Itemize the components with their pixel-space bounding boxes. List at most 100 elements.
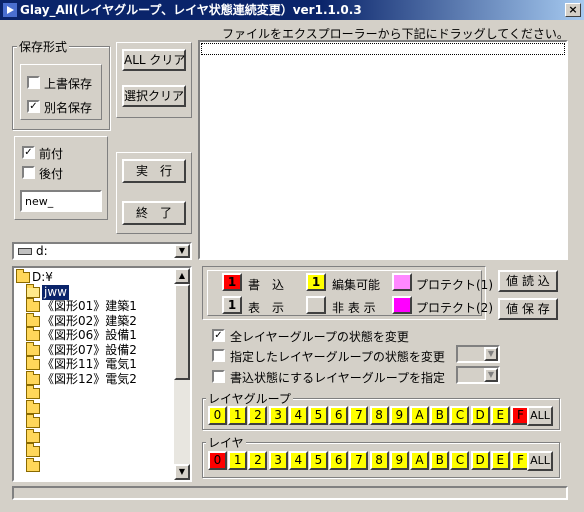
layer-5-button[interactable]: 5 [309, 451, 328, 470]
scroll-thumb[interactable] [174, 284, 190, 380]
exit-button[interactable]: 終 了 [122, 201, 186, 225]
change-specified-groups-label: 指定したレイヤーグループの状態を変更 [230, 350, 445, 364]
layer-group-d-button[interactable]: D [470, 406, 490, 425]
folder-icon [26, 457, 40, 472]
layer-group-3-button[interactable]: 3 [268, 406, 288, 425]
folder-tree[interactable]: D:¥ jww 《図形01》建築1 《図形02》建築2 《図形06》設備1 《図形07》設… [12, 266, 192, 482]
list-focus-row [201, 43, 565, 55]
run-button[interactable]: 実 行 [122, 159, 186, 183]
layer-a-button[interactable]: A [410, 451, 429, 470]
tree-item[interactable]: 《図形12》電気2 [26, 370, 137, 387]
folder-icon [26, 370, 40, 385]
drive-icon [18, 248, 32, 255]
filename-affix-input[interactable] [20, 190, 102, 212]
layer-group-e-button[interactable]: E [490, 406, 510, 425]
tree-item-label: 《図形02》建築2 [42, 313, 137, 328]
status-bar [12, 486, 568, 500]
app-icon [3, 3, 17, 17]
hidden-state-swatch [306, 296, 326, 314]
layer-e-button[interactable]: E [490, 451, 510, 470]
suffix-checkbox[interactable] [22, 166, 35, 179]
read-values-button[interactable]: 値 読 込 [498, 270, 558, 292]
chevron-down-icon[interactable]: ▼ [484, 368, 498, 382]
select-clear-button[interactable]: 選択クリア [122, 85, 186, 107]
folder-icon [26, 341, 40, 356]
tree-scrollbar[interactable]: ▲ ▼ [174, 268, 190, 480]
title-bar[interactable]: Glay_All(レイヤグループ、レイヤ状態連続変更）ver1.1.0.3 × [0, 0, 584, 20]
display-state-label: 表 示 [248, 301, 285, 315]
layer-9-button[interactable]: 9 [389, 451, 409, 470]
all-clear-button[interactable]: ALL クリア [122, 49, 186, 71]
write-group-checkbox[interactable] [212, 370, 225, 383]
tree-item-label: jww [42, 284, 69, 300]
tree-item-label: 《図形12》電気2 [42, 371, 137, 386]
layer-group-1-button[interactable]: 1 [228, 406, 248, 425]
layer-group-9-button[interactable]: 9 [389, 406, 409, 425]
hidden-state-label: 非 表 示 [332, 301, 376, 315]
layer-1-button[interactable]: 1 [228, 451, 248, 470]
tree-item[interactable]: 《図形01》建築1 [26, 298, 137, 314]
window-title: Glay_All(レイヤグループ、レイヤ状態連続変更）ver1.1.0.3 [20, 3, 362, 17]
tree-item[interactable]: 《図形07》設備2 [26, 341, 137, 358]
layer-3-button[interactable]: 3 [268, 451, 288, 470]
save-values-button[interactable]: 値 保 存 [498, 298, 558, 320]
layer-8-button[interactable]: 8 [369, 451, 389, 470]
layer-group-all-button[interactable]: ALL [527, 406, 553, 426]
write-group-select[interactable]: ▼ [456, 366, 500, 384]
layer-group-5-button[interactable]: 5 [309, 406, 328, 425]
scroll-up-icon[interactable]: ▲ [174, 268, 190, 284]
tree-item-label: 《図形11》電気1 [42, 357, 137, 371]
layer-group-8-button[interactable]: 8 [369, 406, 389, 425]
specified-groups-select[interactable]: ▼ [456, 345, 500, 363]
layer-group-0-button[interactable]: 0 [208, 406, 227, 425]
folder-icon [26, 443, 40, 457]
folder-icon [26, 298, 40, 312]
layer-group-c-button[interactable]: C [450, 406, 470, 425]
save-format-legend: 保存形式 [17, 38, 70, 55]
folder-icon [26, 428, 40, 443]
layer-d-button[interactable]: D [470, 451, 490, 470]
layer-7-button[interactable]: 7 [349, 451, 369, 470]
folder-icon [26, 385, 40, 399]
tree-item[interactable]: D:¥ [16, 269, 53, 285]
tree-item[interactable]: 《図形02》建築2 [26, 312, 137, 329]
rename-checkbox[interactable]: ✓ [27, 100, 40, 113]
chevron-down-icon[interactable]: ▼ [484, 347, 498, 361]
write-state-swatch: 1 [222, 273, 242, 291]
tree-item-label: D:¥ [32, 270, 53, 284]
layer-group-a-button[interactable]: A [410, 406, 429, 425]
layer-group-b-button[interactable]: B [430, 406, 450, 425]
change-all-groups-checkbox[interactable]: ✓ [212, 329, 225, 342]
tree-item[interactable]: 《図形11》電気1 [26, 356, 137, 372]
display-state-swatch: 1 [222, 296, 242, 314]
layer-2-button[interactable]: 2 [248, 451, 268, 470]
folder-icon [26, 399, 40, 414]
folder-icon [26, 312, 40, 327]
change-specified-groups-checkbox[interactable] [212, 349, 225, 362]
folder-icon [26, 327, 40, 341]
tree-item[interactable]: 《図形06》設備1 [26, 327, 137, 343]
layer-4-button[interactable]: 4 [288, 451, 308, 470]
layer-c-button[interactable]: C [450, 451, 470, 470]
prefix-label: 前付 [39, 147, 64, 161]
close-button[interactable]: × [565, 3, 581, 17]
folder-icon [26, 356, 40, 370]
drive-select[interactable]: d: ▼ [12, 242, 192, 260]
layer-group-7-button[interactable]: 7 [349, 406, 369, 425]
file-drop-list[interactable] [198, 40, 568, 260]
write-state-label: 書 込 [248, 278, 285, 292]
layer-b-button[interactable]: B [430, 451, 450, 470]
layer-all-button[interactable]: ALL [527, 451, 553, 471]
tree-item-label: 《図形01》建築1 [42, 299, 137, 313]
layer-group-6-button[interactable]: 6 [329, 406, 349, 425]
prefix-checkbox[interactable]: ✓ [22, 146, 35, 159]
layer-0-button[interactable]: 0 [208, 451, 227, 470]
layer-6-button[interactable]: 6 [329, 451, 349, 470]
folder-icon [26, 414, 40, 428]
overwrite-checkbox[interactable] [27, 76, 40, 89]
chevron-down-icon[interactable]: ▼ [174, 244, 190, 258]
layer-group-2-button[interactable]: 2 [248, 406, 268, 425]
layer-group-4-button[interactable]: 4 [288, 406, 308, 425]
scroll-down-icon[interactable]: ▼ [174, 464, 190, 480]
tree-item[interactable] [26, 457, 42, 474]
